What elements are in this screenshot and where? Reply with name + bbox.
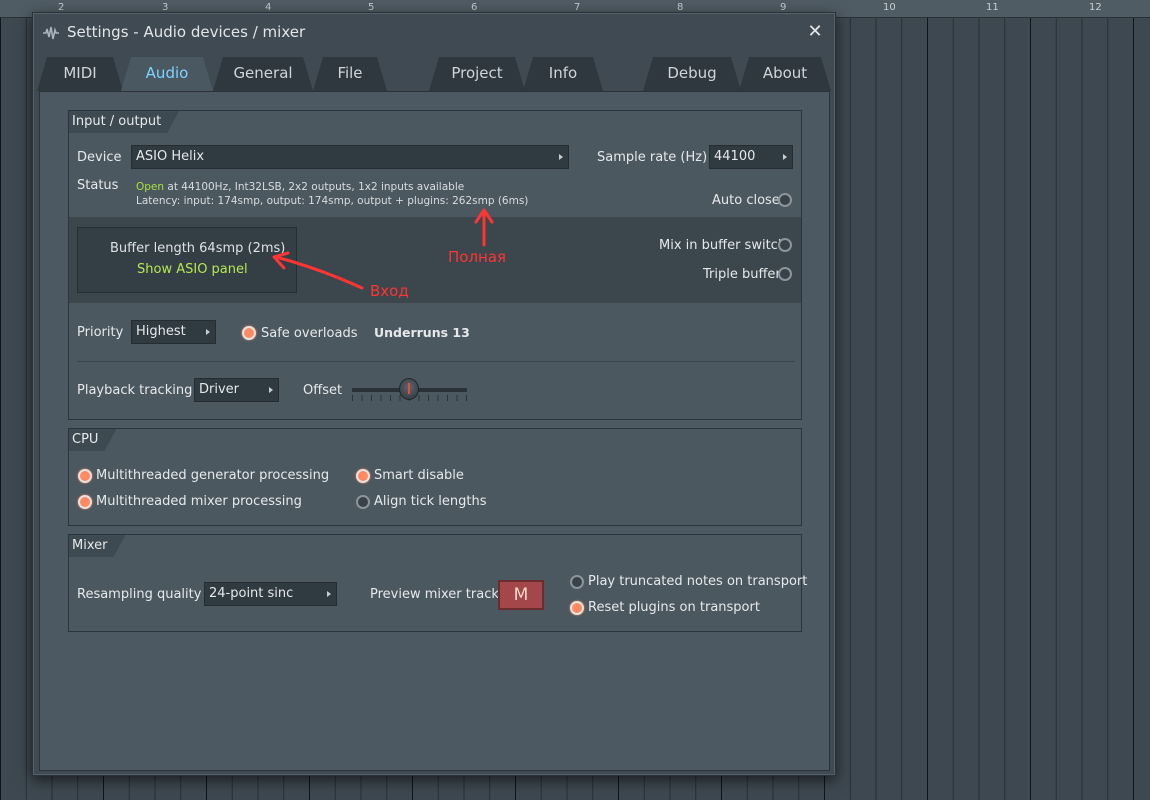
status-text: Open at 44100Hz, Int32LSB, 2x2 outputs, …: [136, 181, 464, 193]
show-asio-panel: Show ASIO panel: [137, 262, 248, 277]
tab-midi[interactable]: MIDI: [37, 57, 123, 91]
tab-file[interactable]: File: [313, 57, 387, 91]
tab-project[interactable]: Project: [429, 57, 525, 91]
play-truncated-label: Play truncated notes on transport: [588, 574, 808, 589]
ruler-mark: 12: [1089, 2, 1102, 13]
group-title-cpu: CPU: [69, 429, 116, 451]
tab-info[interactable]: Info: [523, 57, 603, 91]
tab-general[interactable]: General: [213, 57, 313, 91]
mix-in-buffer-label: Mix in buffer switch: [659, 238, 787, 253]
smart-disable-toggle[interactable]: [356, 469, 370, 483]
ruler-mark: 11: [986, 2, 999, 13]
reset-plugins-label: Reset plugins on transport: [588, 600, 760, 615]
priority-select[interactable]: Highest: [131, 320, 216, 344]
safe-overloads-label: Safe overloads: [261, 326, 358, 341]
reset-plugins-toggle[interactable]: [570, 601, 584, 615]
multithreaded-mixer-toggle[interactable]: [78, 495, 92, 509]
align-tick-lengths-label: Align tick lengths: [374, 494, 487, 509]
sample-rate-select[interactable]: 44100: [709, 145, 793, 169]
status-label: Status: [77, 178, 119, 193]
title-bar[interactable]: Settings - Audio devices / mixer ✕: [33, 13, 835, 51]
status-open: Open: [136, 181, 165, 193]
close-button[interactable]: ✕: [805, 22, 825, 42]
input-output-group: Input / output Device ASIO Helix Sample …: [68, 110, 802, 420]
device-select[interactable]: ASIO Helix: [131, 145, 569, 169]
audio-settings-panel: Input / output Device ASIO Helix Sample …: [39, 91, 830, 771]
auto-close-toggle[interactable]: [778, 193, 792, 207]
playback-tracking-value: Driver: [199, 382, 240, 397]
offset-label: Offset: [303, 383, 343, 398]
waveform-icon: [43, 26, 59, 40]
resampling-quality-label: Resampling quality: [77, 587, 202, 602]
status-details: at 44100Hz, Int32LSB, 2x2 outputs, 1x2 i…: [164, 181, 465, 193]
sample-rate-label: Sample rate (Hz): [597, 150, 708, 165]
annotation-input: Вход: [370, 282, 409, 300]
device-label: Device: [77, 150, 122, 165]
playback-tracking-select[interactable]: Driver: [194, 378, 279, 402]
annotation-full: Полная: [448, 248, 507, 266]
chevron-right-icon: [559, 154, 563, 160]
tab-audio[interactable]: Audio: [121, 57, 213, 91]
offset-slider-knob[interactable]: [399, 378, 419, 400]
multithreaded-generator-toggle[interactable]: [78, 469, 92, 483]
window-title: Settings - Audio devices / mixer: [67, 23, 306, 41]
priority-label: Priority: [77, 325, 124, 340]
sample-rate-value: 44100: [714, 149, 756, 164]
preview-mixer-track-button[interactable]: M: [498, 580, 544, 610]
align-tick-lengths-toggle[interactable]: [356, 495, 370, 509]
multithreaded-mixer-label: Multithreaded mixer processing: [96, 494, 302, 509]
latency-text: Latency: input: 174smp, output: 174smp, …: [136, 195, 529, 207]
triple-buffer-label: Triple buffer: [703, 267, 781, 282]
auto-close-label: Auto close: [712, 193, 780, 208]
mixer-group: Mixer Resampling quality 24-point sinc P…: [68, 534, 807, 632]
ruler-mark: 10: [883, 2, 896, 13]
preview-mixer-track-label: Preview mixer track: [370, 587, 499, 602]
mix-in-buffer-toggle[interactable]: [778, 238, 792, 252]
divider: [77, 361, 795, 362]
tab-debug[interactable]: Debug: [643, 57, 741, 91]
buffer-length: Buffer length 64smp (2ms): [110, 241, 286, 256]
chevron-right-icon: [206, 329, 210, 335]
settings-window: Settings - Audio devices / mixer ✕ MIDI …: [32, 12, 836, 776]
multithreaded-generator-label: Multithreaded generator processing: [96, 468, 330, 483]
smart-disable-label: Smart disable: [374, 468, 464, 483]
chevron-right-icon: [783, 154, 787, 160]
play-truncated-toggle[interactable]: [570, 575, 584, 589]
buffer-section: Buffer length 64smp (2ms) Show ASIO pane…: [69, 217, 801, 303]
chevron-right-icon: [269, 387, 273, 393]
tab-bar: MIDI Audio General File Project Info Deb…: [33, 57, 835, 91]
resampling-quality-value: 24-point sinc: [209, 586, 294, 601]
triple-buffer-toggle[interactable]: [778, 267, 792, 281]
cpu-group: CPU Multithreaded generator processing M…: [68, 428, 802, 526]
playback-tracking-label: Playback tracking: [77, 383, 193, 398]
safe-overloads-toggle[interactable]: [242, 326, 256, 340]
device-value: ASIO Helix: [136, 149, 205, 164]
underruns-count: Underruns 13: [374, 325, 470, 340]
group-title-input-output: Input / output: [69, 111, 179, 133]
group-title-mixer: Mixer: [69, 535, 125, 557]
tab-about[interactable]: About: [739, 57, 831, 91]
asio-buffer-button[interactable]: Buffer length 64smp (2ms) Show ASIO pane…: [77, 227, 297, 293]
resampling-quality-select[interactable]: 24-point sinc: [204, 582, 337, 606]
priority-value: Highest: [136, 324, 186, 339]
chevron-right-icon: [327, 591, 331, 597]
